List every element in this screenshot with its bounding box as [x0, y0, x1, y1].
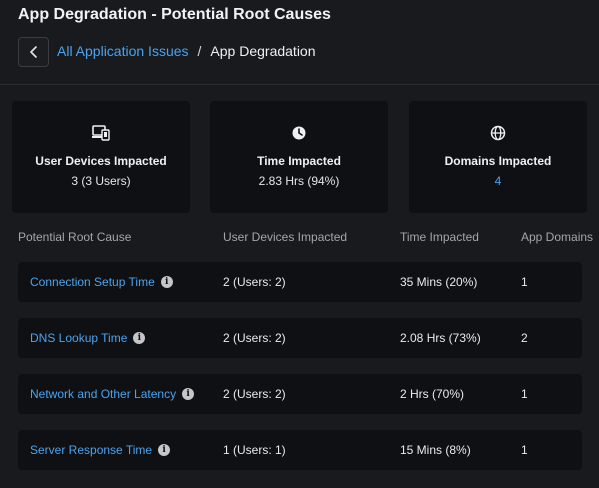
table-row: DNS Lookup Time i 2 (Users: 2) 2.08 Hrs … [18, 318, 582, 358]
column-header-domains: App Domains [521, 230, 594, 244]
summary-time-label: Time Impacted [257, 154, 341, 168]
summary-card-time: Time Impacted 2.83 Hrs (94%) [210, 101, 388, 213]
summary-devices-value: 3 (3 Users) [71, 174, 131, 188]
table-row: Connection Setup Time i 2 (Users: 2) 35 … [18, 262, 582, 302]
devices-impacted-cell: 1 (Users: 1) [223, 443, 286, 457]
page-title: App Degradation - Potential Root Causes [18, 6, 331, 23]
header-divider [0, 84, 599, 85]
chevron-left-icon [29, 46, 37, 58]
app-domains-cell: 1 [521, 443, 528, 457]
time-impacted-cell: 2.08 Hrs (73%) [400, 331, 481, 345]
breadcrumb: All Application Issues / App Degradation [57, 43, 316, 59]
summary-card-devices: User Devices Impacted 3 (3 Users) [12, 101, 190, 213]
time-impacted-cell: 35 Mins (20%) [400, 275, 478, 289]
root-cause-page: App Degradation - Potential Root Causes … [0, 0, 599, 488]
summary-devices-label: User Devices Impacted [35, 154, 167, 168]
summary-time-value: 2.83 Hrs (94%) [258, 174, 340, 188]
root-cause-link[interactable]: Connection Setup Time [30, 275, 155, 289]
summary-domains-value[interactable]: 4 [409, 174, 587, 188]
root-cause-link[interactable]: Network and Other Latency [30, 387, 176, 401]
time-impacted-cell: 15 Mins (8%) [400, 443, 471, 457]
root-cause-link[interactable]: Server Response Time [30, 443, 152, 457]
app-domains-cell: 1 [521, 387, 528, 401]
info-icon[interactable]: i [158, 444, 171, 456]
breadcrumb-link-all-application-issues[interactable]: All Application Issues [57, 43, 189, 59]
app-domains-cell: 1 [521, 275, 528, 289]
devices-icon [92, 125, 110, 141]
devices-impacted-cell: 2 (Users: 2) [223, 387, 286, 401]
root-cause-link[interactable]: DNS Lookup Time [30, 331, 127, 345]
breadcrumb-current: App Degradation [210, 43, 316, 59]
back-button[interactable] [18, 37, 49, 67]
clock-icon [292, 126, 306, 140]
breadcrumb-separator: / [197, 43, 202, 59]
info-icon[interactable]: i [133, 332, 146, 344]
info-icon[interactable]: i [182, 388, 195, 400]
devices-impacted-cell: 2 (Users: 2) [223, 275, 286, 289]
column-header-devices: User Devices Impacted [223, 230, 348, 244]
time-impacted-cell: 2 Hrs (70%) [400, 387, 465, 401]
table-row: Network and Other Latency i 2 (Users: 2)… [18, 374, 582, 414]
devices-impacted-cell: 2 (Users: 2) [223, 331, 286, 345]
column-header-root-cause: Potential Root Cause [18, 230, 132, 244]
column-header-time: Time Impacted [400, 230, 479, 244]
globe-icon [490, 125, 506, 141]
table-row: Server Response Time i 1 (Users: 1) 15 M… [18, 430, 582, 470]
info-icon[interactable]: i [160, 276, 173, 288]
summary-domains-label: Domains Impacted [444, 154, 552, 168]
summary-card-domains: Domains Impacted 4 [409, 101, 587, 213]
app-domains-cell: 2 [521, 331, 528, 345]
